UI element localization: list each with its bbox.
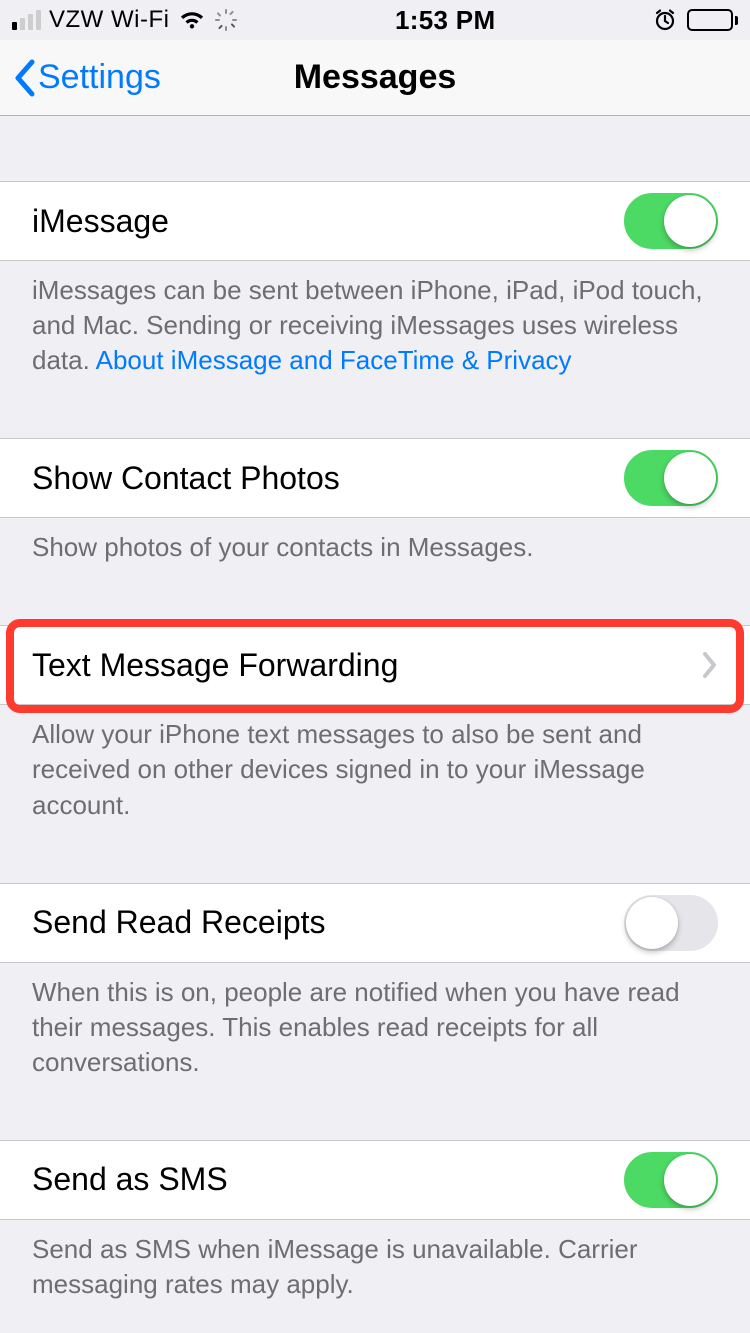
back-button[interactable]: Settings (0, 58, 161, 98)
contact-photos-footer: Show photos of your contacts in Messages… (0, 518, 750, 587)
send-sms-label: Send as SMS (32, 1161, 228, 1198)
read-receipts-label: Send Read Receipts (32, 904, 326, 941)
alarm-icon (653, 8, 677, 32)
nav-bar: Settings Messages (0, 40, 750, 116)
status-left: VZW Wi-Fi (12, 6, 237, 34)
send-sms-footer: Send as SMS when iMessage is unavailable… (0, 1220, 750, 1324)
read-receipts-footer: When this is on, people are notified whe… (0, 963, 750, 1102)
chevron-left-icon (12, 58, 36, 98)
forwarding-label: Text Message Forwarding (32, 647, 398, 684)
wifi-icon (177, 8, 207, 32)
send-sms-row[interactable]: Send as SMS (0, 1140, 750, 1220)
back-label: Settings (38, 58, 161, 97)
imessage-privacy-link[interactable]: About iMessage and FaceTime & Privacy (96, 345, 572, 375)
forwarding-footer: Allow your iPhone text messages to also … (0, 705, 750, 844)
cellular-signal-icon (12, 10, 41, 30)
carrier-label: VZW Wi-Fi (49, 6, 169, 34)
forwarding-highlight: Text Message Forwarding (0, 625, 750, 705)
status-bar: VZW Wi-Fi 1:53 PM (0, 0, 750, 40)
contact-photos-row[interactable]: Show Contact Photos (0, 438, 750, 518)
read-receipts-row[interactable]: Send Read Receipts (0, 883, 750, 963)
contact-photos-toggle[interactable] (624, 450, 718, 506)
send-sms-toggle[interactable] (624, 1152, 718, 1208)
battery-icon (687, 9, 738, 31)
spinner-icon (215, 9, 237, 31)
nav-title: Messages (294, 58, 457, 97)
read-receipts-toggle[interactable] (624, 895, 718, 951)
forwarding-accessory (702, 651, 718, 679)
status-time: 1:53 PM (395, 5, 495, 36)
content-scroll[interactable]: iMessage iMessages can be sent between i… (0, 116, 750, 1333)
status-right (653, 8, 738, 32)
imessage-toggle[interactable] (624, 193, 718, 249)
imessage-label: iMessage (32, 203, 169, 240)
forwarding-row[interactable]: Text Message Forwarding (0, 625, 750, 705)
chevron-right-icon (702, 651, 718, 679)
imessage-footer: iMessages can be sent between iPhone, iP… (0, 261, 750, 400)
imessage-row[interactable]: iMessage (0, 181, 750, 261)
contact-photos-label: Show Contact Photos (32, 460, 340, 497)
